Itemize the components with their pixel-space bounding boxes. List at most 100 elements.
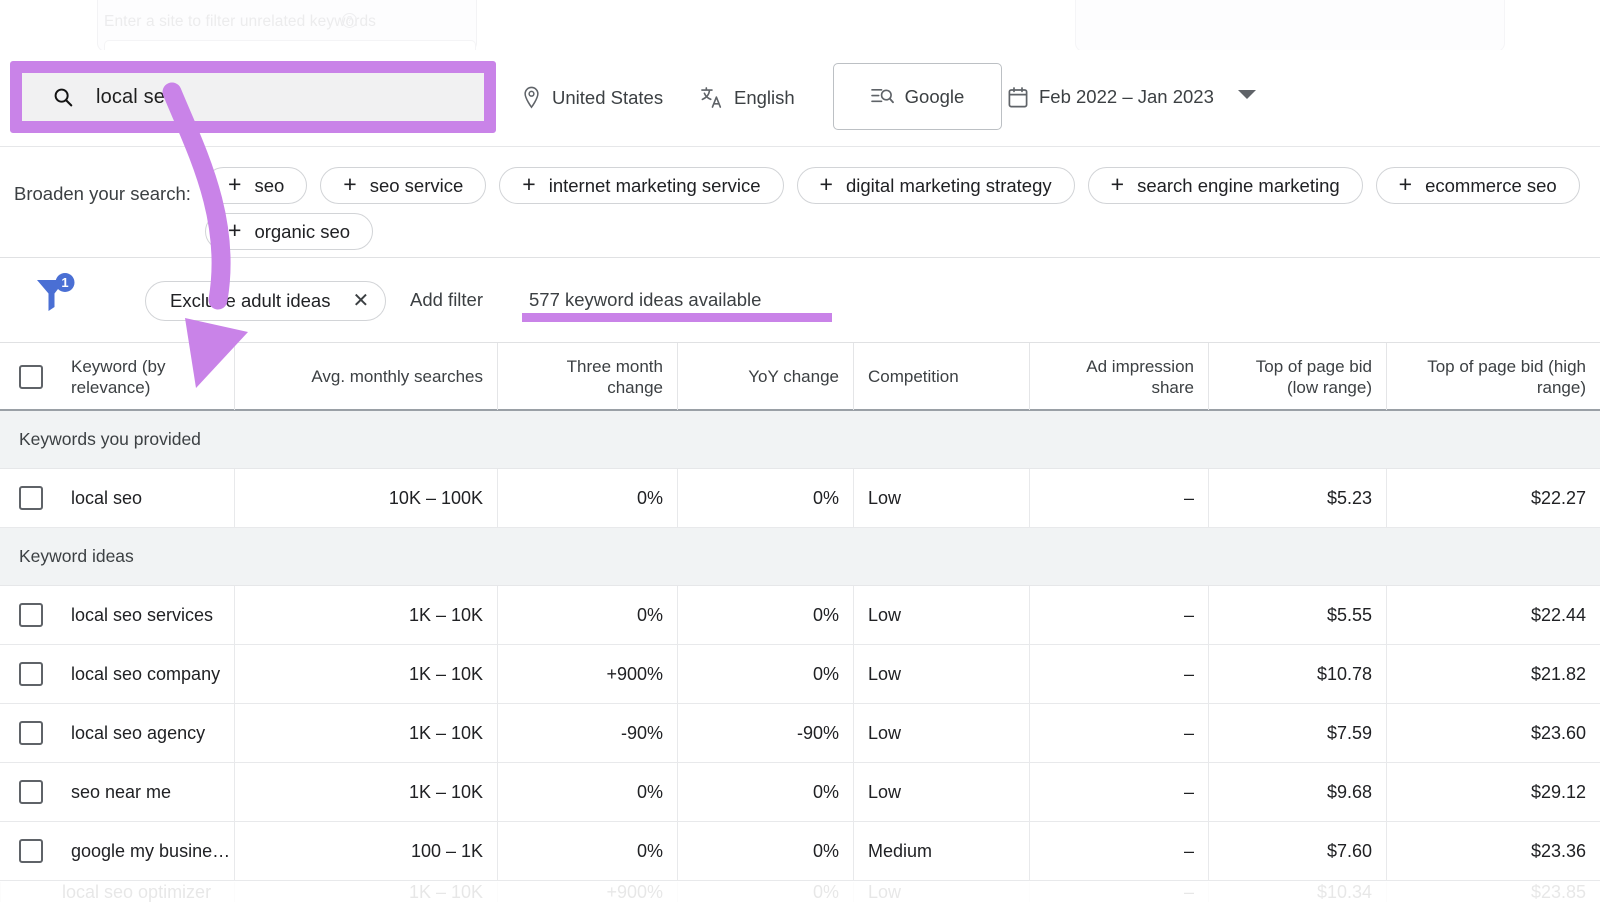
keyword-label: local seo services xyxy=(71,605,213,626)
search-icon xyxy=(52,86,74,108)
table-cell: $7.59 xyxy=(1208,704,1386,762)
cell-value: $23.85 xyxy=(1387,882,1600,902)
table-cell: local seo agency xyxy=(0,704,234,762)
table-cell: 100 – 1K xyxy=(234,822,497,880)
table-cell: 0% xyxy=(497,822,677,880)
cell-value: $7.59 xyxy=(1209,723,1386,744)
row-checkbox[interactable] xyxy=(19,486,43,510)
table-cell: $5.55 xyxy=(1208,586,1386,644)
table-cell: local seo optimizer xyxy=(0,882,234,902)
keyword-label: local seo company xyxy=(71,664,220,685)
table-row[interactable]: local seo optimizer1K – 10K+900%0%Low–$1… xyxy=(0,882,1600,902)
broaden-chip[interactable]: +seo service xyxy=(320,167,486,204)
broaden-chip-label: digital marketing strategy xyxy=(846,175,1052,197)
broaden-chip[interactable]: +ecommerce seo xyxy=(1376,167,1580,204)
search-network-selector[interactable]: Google xyxy=(833,63,1002,130)
table-cell: 0% xyxy=(497,763,677,821)
cell-value: – xyxy=(1030,841,1208,862)
language-selector[interactable]: English xyxy=(700,86,795,109)
cell-value: $22.44 xyxy=(1387,605,1600,626)
broaden-chip-label: seo xyxy=(254,175,284,197)
table-cell: $7.60 xyxy=(1208,822,1386,880)
filter-funnel-icon[interactable]: 1 xyxy=(32,272,78,316)
cell-value: $7.60 xyxy=(1209,841,1386,862)
cell-value: $10.78 xyxy=(1209,664,1386,685)
column-header[interactable]: Avg. monthly searches xyxy=(234,343,497,410)
row-checkbox[interactable] xyxy=(19,662,43,686)
broaden-chip[interactable]: +digital marketing strategy xyxy=(797,167,1075,204)
date-range-selector[interactable]: Feb 2022 – Jan 2023 xyxy=(1008,86,1214,108)
cell-value: Low xyxy=(854,782,1029,803)
table-row[interactable]: google my busine…100 – 1K0%0%Medium–$7.6… xyxy=(0,822,1600,881)
table-cell: -90% xyxy=(677,704,853,762)
cell-value: 0% xyxy=(678,841,853,862)
table-cell: local seo xyxy=(0,469,234,527)
column-header[interactable]: Keyword (by relevance) xyxy=(0,343,234,410)
table-cell: – xyxy=(1029,704,1208,762)
column-header[interactable]: Ad impression share xyxy=(1029,343,1208,410)
cell-value: local seo optimizer xyxy=(1,882,234,902)
column-header[interactable]: Competition xyxy=(853,343,1029,410)
table-cell: Low xyxy=(853,763,1029,821)
calendar-icon xyxy=(1008,87,1028,108)
column-header[interactable]: Top of page bid (low range) xyxy=(1208,343,1386,410)
cell-value: Low xyxy=(854,605,1029,626)
broaden-chip[interactable]: +internet marketing service xyxy=(499,167,783,204)
broaden-chip[interactable]: + seo xyxy=(205,167,307,204)
table-row[interactable]: seo near me1K – 10K0%0%Low–$9.68$29.12 xyxy=(0,763,1600,822)
table-cell: 1K – 10K xyxy=(234,586,497,644)
table-row[interactable]: local seo company1K – 10K+900%0%Low–$10.… xyxy=(0,645,1600,704)
cell-value: $22.27 xyxy=(1387,488,1600,509)
column-header-label: Avg. monthly searches xyxy=(235,366,497,387)
column-header-label: Keyword (by relevance) xyxy=(71,356,165,398)
active-filter-chip[interactable]: Exclude adult ideas ✕ xyxy=(145,281,386,321)
date-range-label: Feb 2022 – Jan 2023 xyxy=(1039,86,1214,108)
plus-icon: + xyxy=(228,173,241,196)
cell-value: -90% xyxy=(678,723,853,744)
broaden-search-label: Broaden your search: xyxy=(14,181,194,206)
cell-value: 1K – 10K xyxy=(235,605,497,626)
table-row[interactable]: local seo services1K – 10K0%0%Low–$5.55$… xyxy=(0,586,1600,645)
cell-value: – xyxy=(1030,782,1208,803)
location-pin-icon xyxy=(522,86,541,109)
table-cell: $10.78 xyxy=(1208,645,1386,703)
table-cell: 1K – 10K xyxy=(234,645,497,703)
column-header[interactable]: Three month change xyxy=(497,343,677,410)
close-icon[interactable]: ✕ xyxy=(352,291,369,311)
cell-value: – xyxy=(1030,605,1208,626)
table-cell: $23.85 xyxy=(1386,882,1600,902)
select-all-checkbox[interactable] xyxy=(19,365,43,389)
column-header-label: YoY change xyxy=(678,366,853,387)
add-filter-button[interactable]: Add filter xyxy=(410,289,483,311)
table-cell: 0% xyxy=(497,586,677,644)
table-group-header: Keyword ideas xyxy=(0,528,1600,586)
row-checkbox[interactable] xyxy=(19,603,43,627)
table-cell: -90% xyxy=(497,704,677,762)
chevron-down-icon[interactable] xyxy=(1238,90,1256,99)
cell-value: +900% xyxy=(498,664,677,685)
table-cell: – xyxy=(1029,586,1208,644)
row-checkbox[interactable] xyxy=(19,839,43,863)
table-cell: $23.36 xyxy=(1386,822,1600,880)
column-header[interactable]: Top of page bid (high range) xyxy=(1386,343,1600,410)
row-checkbox[interactable] xyxy=(19,721,43,745)
table-cell: $9.68 xyxy=(1208,763,1386,821)
location-selector[interactable]: United States xyxy=(522,86,663,109)
broaden-chip[interactable]: +search engine marketing xyxy=(1088,167,1363,204)
row-checkbox[interactable] xyxy=(19,780,43,804)
keyword-search-input[interactable]: local seo xyxy=(22,73,484,121)
table-cell: 0% xyxy=(677,822,853,880)
table-row[interactable]: local seo agency1K – 10K-90%-90%Low–$7.5… xyxy=(0,704,1600,763)
cell-value: Low xyxy=(854,664,1029,685)
site-filter-input[interactable] xyxy=(104,40,476,50)
column-header-label: Top of page bid (high range) xyxy=(1387,356,1600,398)
keyword-label: local seo xyxy=(71,488,142,509)
column-header[interactable]: YoY change xyxy=(677,343,853,410)
table-cell: Low xyxy=(853,704,1029,762)
broaden-chip[interactable]: +organic seo xyxy=(205,213,373,250)
svg-text:1: 1 xyxy=(61,275,68,290)
plus-icon: + xyxy=(343,173,356,196)
table-cell: $10.34 xyxy=(1208,882,1386,902)
table-row[interactable]: local seo10K – 100K0%0%Low–$5.23$22.27 xyxy=(0,469,1600,528)
language-label: English xyxy=(734,87,795,109)
